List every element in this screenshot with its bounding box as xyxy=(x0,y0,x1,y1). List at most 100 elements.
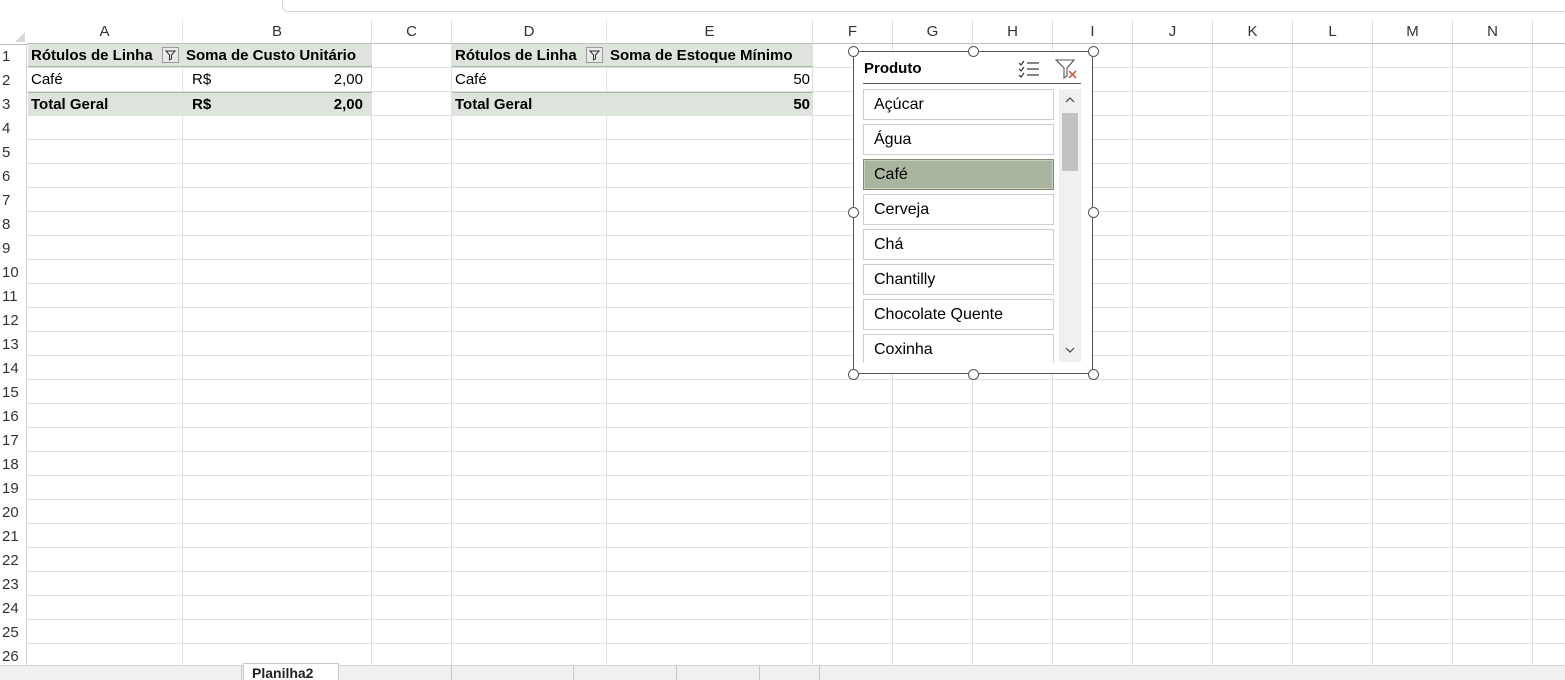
row-header[interactable]: 18 xyxy=(0,452,27,476)
resize-handle-top-left[interactable] xyxy=(848,46,859,57)
sheet-tab-active[interactable]: Planilha2 xyxy=(243,663,339,680)
slicer-item[interactable]: Chocolate Quente xyxy=(863,299,1054,330)
formula-bar-edge xyxy=(282,0,1565,12)
resize-handle-bottom-left[interactable] xyxy=(848,369,859,380)
scroll-down-icon[interactable] xyxy=(1059,341,1081,359)
gridline xyxy=(27,355,1565,356)
row-header[interactable]: 7 xyxy=(0,188,27,212)
slicer-item[interactable]: Cerveja xyxy=(863,194,1054,225)
pivot1-header-row-labels[interactable]: Rótulos de Linha xyxy=(28,44,183,67)
select-all-corner[interactable] xyxy=(0,20,28,45)
gridline xyxy=(27,187,1565,188)
row-header[interactable]: 11 xyxy=(0,284,27,308)
pivot2-header-value[interactable]: Soma de Estoque Mínimo xyxy=(607,44,813,67)
column-header-d[interactable]: D xyxy=(452,20,607,44)
row-header[interactable]: 24 xyxy=(0,596,27,620)
product-slicer[interactable]: Produto Açúcar Água Café Cerveja Chá Cha… xyxy=(853,51,1093,374)
row-header[interactable]: 9 xyxy=(0,236,27,260)
row-header[interactable]: 22 xyxy=(0,548,27,572)
row-header[interactable]: 13 xyxy=(0,332,27,356)
gridline xyxy=(27,595,1565,596)
sheet-tab[interactable] xyxy=(760,666,820,680)
pivot1-header-value[interactable]: Soma de Custo Unitário xyxy=(183,44,372,67)
pivot2-header-label-text: Rótulos de Linha xyxy=(455,47,577,64)
resize-handle-bottom-right[interactable] xyxy=(1088,369,1099,380)
column-header-l[interactable]: L xyxy=(1293,20,1373,44)
column-header-i[interactable]: I xyxy=(1053,20,1133,44)
pivot1-total-currency: R$ xyxy=(192,96,212,113)
sheet-tab[interactable] xyxy=(344,666,452,680)
row-header[interactable]: 3 xyxy=(0,92,27,116)
pivot1-total-value-cell[interactable]: R$ 2,00 xyxy=(183,92,372,115)
clear-filter-icon[interactable] xyxy=(1054,57,1080,81)
gridline xyxy=(27,643,1565,644)
multi-select-icon[interactable] xyxy=(1016,57,1042,81)
column-header-g[interactable]: G xyxy=(893,20,973,44)
slicer-item-selected[interactable]: Café xyxy=(863,159,1054,190)
row-header[interactable]: 2 xyxy=(0,68,27,92)
pivot2-row-label[interactable]: Café xyxy=(452,68,607,91)
pivot2-header-row-labels[interactable]: Rótulos de Linha xyxy=(452,44,607,67)
pivot1-total-value: 2,00 xyxy=(333,96,363,113)
worksheet-grid[interactable]: A B C D E F G H I J K L M N 1 2 3 4 5 6 … xyxy=(0,20,1565,666)
column-header-e[interactable]: E xyxy=(607,20,813,44)
row-header[interactable]: 19 xyxy=(0,476,27,500)
resize-handle-top-middle[interactable] xyxy=(968,46,979,57)
pivot1-row-currency[interactable]: R$ xyxy=(189,68,249,91)
slicer-item[interactable]: Água xyxy=(863,124,1054,155)
column-header-c[interactable]: C xyxy=(372,20,452,44)
gridline xyxy=(27,523,1565,524)
column-header-k[interactable]: K xyxy=(1213,20,1293,44)
resize-handle-top-right[interactable] xyxy=(1088,46,1099,57)
sheet-tab[interactable] xyxy=(677,666,760,680)
row-header[interactable]: 14 xyxy=(0,356,27,380)
row-header[interactable]: 25 xyxy=(0,620,27,644)
row-header[interactable]: 10 xyxy=(0,260,27,284)
row-header[interactable]: 1 xyxy=(0,44,27,68)
row-header[interactable]: 12 xyxy=(0,308,27,332)
row-header[interactable]: 16 xyxy=(0,404,27,428)
pivot2-filter-dropdown-icon[interactable] xyxy=(586,47,603,63)
row-header[interactable]: 20 xyxy=(0,500,27,524)
resize-handle-middle-left[interactable] xyxy=(848,207,859,218)
gridline xyxy=(27,259,1565,260)
pivot1-filter-dropdown-icon[interactable] xyxy=(162,47,179,63)
column-header-n[interactable]: N xyxy=(1453,20,1533,44)
slicer-item[interactable]: Açúcar xyxy=(863,89,1054,120)
column-header-o[interactable] xyxy=(1533,20,1565,44)
sheet-tab[interactable] xyxy=(452,666,574,680)
resize-handle-bottom-middle[interactable] xyxy=(968,369,979,380)
resize-handle-middle-right[interactable] xyxy=(1088,207,1099,218)
pivot1-row-value[interactable]: 2,00 xyxy=(250,68,366,91)
row-header[interactable]: 6 xyxy=(0,164,27,188)
pivot2-total-value[interactable]: 50 xyxy=(607,92,813,115)
sheet-tab-bar: Planilha2 xyxy=(0,663,1565,680)
pivot2-total-label[interactable]: Total Geral xyxy=(452,92,607,115)
sheet-tab[interactable] xyxy=(574,666,677,680)
column-header-j[interactable]: J xyxy=(1133,20,1213,44)
row-header[interactable]: 5 xyxy=(0,140,27,164)
row-header[interactable]: 26 xyxy=(0,644,27,666)
pivot2-row-value[interactable]: 50 xyxy=(607,68,813,91)
slicer-item[interactable]: Coxinha xyxy=(863,334,1054,363)
row-header[interactable]: 21 xyxy=(0,524,27,548)
pivot1-row-label[interactable]: Café xyxy=(28,68,183,91)
row-header[interactable]: 4 xyxy=(0,116,27,140)
slicer-item[interactable]: Chá xyxy=(863,229,1054,260)
gridline xyxy=(27,475,1565,476)
row-header[interactable]: 17 xyxy=(0,428,27,452)
row-header[interactable]: 15 xyxy=(0,380,27,404)
pivot1-total-label[interactable]: Total Geral xyxy=(28,92,183,115)
column-header-b[interactable]: B xyxy=(183,20,372,44)
column-header-h[interactable]: H xyxy=(973,20,1053,44)
gridline xyxy=(27,499,1565,500)
column-header-f[interactable]: F xyxy=(813,20,893,44)
scroll-up-icon[interactable] xyxy=(1059,91,1081,109)
column-header-m[interactable]: M xyxy=(1373,20,1453,44)
slicer-item[interactable]: Chantilly xyxy=(863,264,1054,295)
slicer-scroll-thumb[interactable] xyxy=(1062,113,1078,171)
row-header[interactable]: 23 xyxy=(0,572,27,596)
column-header-a[interactable]: A xyxy=(27,20,183,44)
row-header[interactable]: 8 xyxy=(0,212,27,236)
sheet-tab[interactable] xyxy=(0,666,242,680)
